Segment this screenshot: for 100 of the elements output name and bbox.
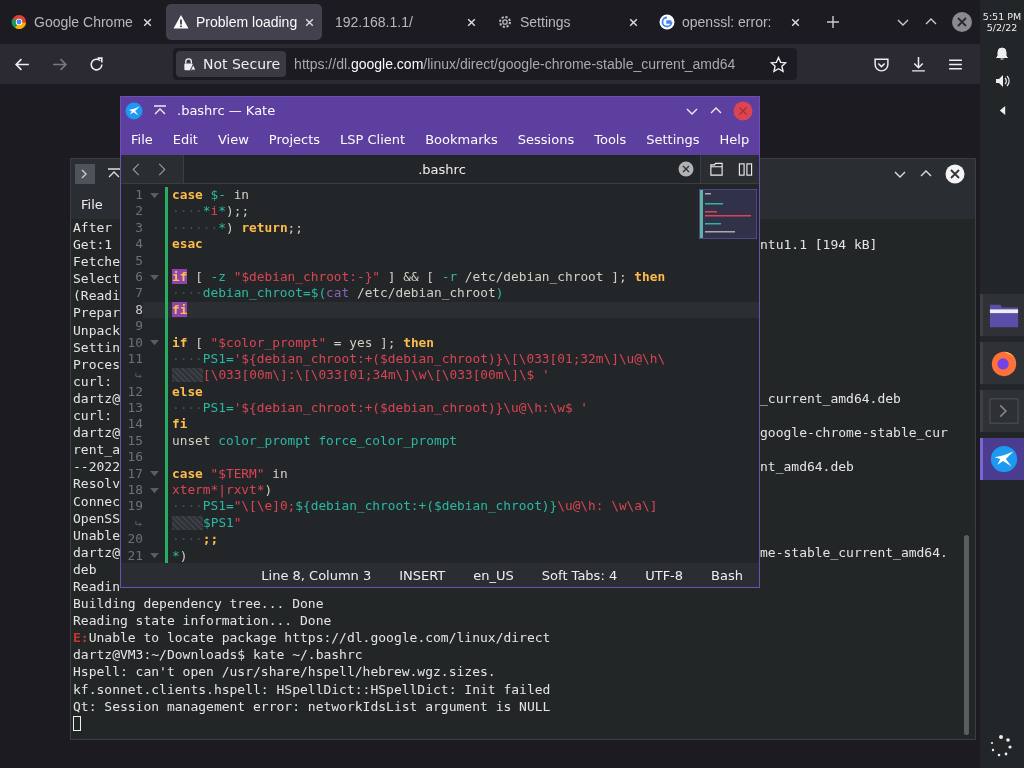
- line-number: 11: [127, 350, 143, 366]
- code-line: esac: [172, 236, 203, 253]
- menu-item[interactable]: File: [131, 132, 153, 147]
- scrollbar[interactable]: [964, 535, 969, 735]
- reload-icon[interactable]: [88, 55, 105, 73]
- menu-item[interactable]: Sessions: [517, 132, 575, 147]
- menu-item[interactable]: Tools: [594, 132, 627, 147]
- terminal-line: Proces: [73, 355, 120, 373]
- tab-title: openssl: error:: [682, 14, 773, 30]
- pocket-icon[interactable]: [873, 55, 890, 73]
- status-item[interactable]: Bash: [711, 567, 743, 583]
- download-icon[interactable]: [910, 55, 927, 73]
- menu-item[interactable]: View: [217, 132, 249, 147]
- minimap-drawing[interactable]: [699, 189, 757, 239]
- terminal-line: dartz@: [73, 389, 120, 408]
- code-line: ····;;: [172, 531, 219, 548]
- warning-icon: [173, 14, 189, 30]
- expand-tray-icon[interactable]: [997, 105, 1007, 116]
- line-number: 3: [135, 219, 143, 235]
- document-icon[interactable]: [709, 161, 724, 177]
- code-line: if [ "$color_prompt" = yes ]; then: [172, 334, 434, 351]
- gear-icon: [497, 14, 513, 30]
- line-number: 13: [127, 400, 143, 416]
- line-number: 4: [135, 236, 143, 252]
- terminal-icon: [75, 164, 95, 184]
- kate-icon: [988, 444, 1019, 474]
- forward-icon[interactable]: [157, 162, 167, 176]
- tab-title: Settings: [520, 14, 572, 30]
- tab-title: Google Chrome: [34, 14, 134, 30]
- status-item[interactable]: UTF-8: [645, 567, 684, 583]
- speaker-icon[interactable]: [994, 73, 1010, 89]
- tab-title: Problem loading: [196, 14, 298, 30]
- browser-tab[interactable]: openssl: error:: [652, 4, 808, 40]
- window-title: .bashrc — Kate: [177, 103, 276, 118]
- close-icon[interactable]: [790, 16, 801, 28]
- kate-icon: [125, 101, 143, 120]
- star-icon[interactable]: [770, 55, 787, 73]
- menu-item[interactable]: LSP Client: [340, 132, 406, 147]
- terminal-line: Qt: Session management error: networkIdsList argument is NULL: [73, 697, 551, 715]
- close-icon[interactable]: [678, 161, 694, 177]
- browser-tab[interactable]: Google Chrome: [4, 4, 160, 40]
- code-line: ····PS1='${debian_chroot:+($debian_chroot)}\u@\h:\w$ ': [172, 400, 589, 417]
- wrap-indent-marker: [172, 516, 203, 530]
- code-line: unset color_prompt force_color_prompt: [172, 432, 458, 450]
- clock-time[interactable]: 5:51 PM: [982, 11, 1022, 22]
- status-item[interactable]: INSERT: [399, 567, 446, 583]
- code-line: ····PS1='${debian_chroot:+($debian_chroot)}\[\033[01;32m\]\u@\h\: [172, 350, 666, 368]
- terminal-line: (Readi: [73, 287, 120, 305]
- dock-item[interactable]: [980, 438, 1024, 480]
- browser-tab[interactable]: Settings: [490, 4, 646, 40]
- browser-tab[interactable]: Problem loading: [166, 4, 322, 40]
- url-text: https://dl.google.com/linux/direct/google-chrome-stable_current_amd64: [294, 56, 737, 72]
- code-line: fi: [172, 416, 188, 433]
- terminal-line: Fetche: [73, 253, 120, 271]
- close-icon[interactable]: [304, 16, 316, 28]
- line-number: 5: [135, 252, 143, 268]
- code-line: ····PS1="\[\e]0;${debian_chroot:+($debian_chroot)}\u@\h: \w\a\]: [172, 498, 658, 515]
- chrome-icon: [11, 14, 27, 30]
- status-item[interactable]: en_US: [473, 567, 514, 583]
- site-security-button[interactable]: Not Secure: [176, 51, 287, 77]
- dock-item[interactable]: [980, 294, 1024, 336]
- line-number: 8: [135, 301, 143, 317]
- terminal-line: Unable: [73, 526, 120, 544]
- clock-date[interactable]: 5/2/22: [986, 22, 1018, 33]
- code-line: case $- in: [172, 187, 250, 204]
- terminal-line: ntu1.1 [194 kB]: [760, 236, 878, 254]
- close-icon[interactable]: [628, 16, 639, 28]
- menu-item[interactable]: Edit: [172, 132, 198, 147]
- new-tab-icon[interactable]: [826, 15, 840, 29]
- status-item[interactable]: Line 8, Column 3: [261, 567, 372, 583]
- line-number: 6: [135, 268, 143, 284]
- menu-item[interactable]: Projects: [268, 132, 321, 147]
- terminal-line: Select: [73, 270, 120, 288]
- code-line: $PS1": [203, 514, 242, 532]
- menu-item[interactable]: Settings: [646, 132, 700, 147]
- status-item[interactable]: Soft Tabs: 4: [541, 567, 618, 583]
- insecure-lock-icon: [182, 56, 197, 72]
- line-number: 10: [127, 334, 143, 350]
- line-number: 7: [135, 285, 143, 301]
- menu-item[interactable]: Bookmarks: [425, 132, 498, 147]
- terminal-line: Get:1: [73, 236, 113, 254]
- menu-item[interactable]: File: [81, 194, 103, 214]
- terminal-line: OpenSS: [73, 509, 120, 527]
- dock-item[interactable]: [980, 342, 1024, 384]
- wrap-indent-marker: [172, 368, 203, 383]
- tab-title: 192.168.1.1/: [335, 14, 414, 30]
- split-view-icon[interactable]: [738, 161, 753, 177]
- close-icon[interactable]: [142, 16, 153, 28]
- terminal-line: curl:: [73, 372, 113, 390]
- close-icon[interactable]: [945, 164, 965, 184]
- browser-tab[interactable]: 192.168.1.1/: [328, 4, 484, 40]
- address-bar[interactable]: Not Secure https://dl.google.com/linux/direct/google-chrome-stable_current_amd64: [173, 48, 797, 80]
- bell-icon[interactable]: [994, 45, 1010, 61]
- close-icon[interactable]: [466, 16, 477, 28]
- code-line: if [ -z "$debian_chroot:-}" ] && [ -r /etc/debian_chroot ]; then: [172, 268, 666, 286]
- document-tab[interactable]: .bashrc: [183, 155, 701, 183]
- menu-item[interactable]: Help: [719, 132, 750, 147]
- terminal-line: dartz@: [73, 543, 120, 561]
- activity-icon[interactable]: [989, 734, 1013, 758]
- terminal-line: dartz@: [73, 424, 120, 442]
